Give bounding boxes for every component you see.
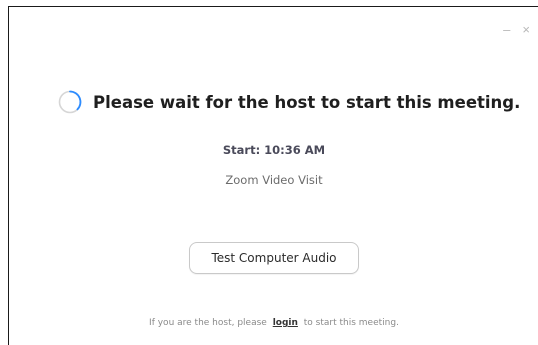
login-link[interactable]: login	[273, 318, 298, 328]
minimize-icon[interactable]: –	[503, 23, 510, 37]
waiting-message: Please wait for the host to start this m…	[93, 92, 521, 112]
test-computer-audio-button[interactable]: Test Computer Audio	[189, 242, 359, 274]
waiting-headline-row: Please wait for the host to start this m…	[57, 89, 520, 115]
window-controls: – ×	[503, 23, 530, 37]
footer-prefix-text: If you are the host, please	[149, 318, 267, 328]
meeting-name: Zoom Video Visit	[225, 173, 323, 187]
loading-spinner-icon	[58, 90, 82, 114]
meeting-waiting-window: – × Please wait for the host to start th…	[8, 6, 538, 345]
meeting-start-time: Start: 10:36 AM	[222, 143, 326, 157]
host-login-footer: If you are the host, please login to sta…	[9, 318, 538, 328]
close-icon[interactable]: ×	[522, 23, 530, 37]
footer-suffix-text: to start this meeting.	[303, 318, 399, 328]
